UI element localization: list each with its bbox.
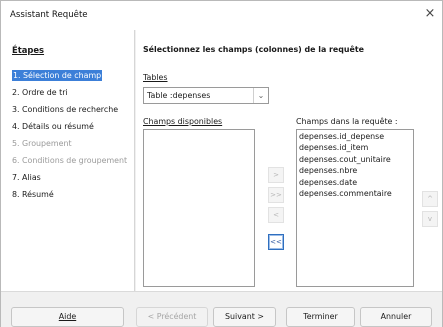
page-title: Sélectionnez les champs (colonnes) de la… [143, 45, 364, 54]
move-down-button[interactable]: v [422, 211, 438, 227]
button-bar: Aide < Précédent Suivant > Terminer Annu… [1, 291, 442, 327]
step-overview[interactable]: 8. Résumé [12, 189, 54, 200]
add-all-fields-button[interactable]: >> [268, 187, 284, 203]
steps-panel: Étapes 1. Sélection de champ 2. Ordre de… [1, 30, 135, 291]
tables-selected-value: Table :depenses [147, 91, 211, 100]
chevron-down-icon[interactable]: ⌄ [253, 88, 268, 103]
step-sort-order[interactable]: 2. Ordre de tri [12, 87, 68, 98]
query-fields-label: Champs dans la requête : [296, 117, 398, 126]
title-bar: Assistant Requête × [1, 1, 442, 30]
finish-button[interactable]: Terminer [286, 307, 355, 327]
help-button[interactable]: Aide [11, 307, 124, 327]
close-icon[interactable]: × [421, 5, 439, 23]
list-item[interactable]: depenses.id_item [297, 142, 413, 153]
move-up-button[interactable]: ^ [422, 191, 438, 207]
step-detail-or-summary[interactable]: 4. Détails ou résumé [12, 121, 94, 132]
tables-label: Tables [143, 73, 168, 82]
step-grouping-conditions: 6. Conditions de groupement [12, 156, 128, 165]
list-item[interactable]: depenses.id_depense [297, 131, 413, 142]
query-fields-list[interactable]: depenses.id_depense depenses.id_item dep… [296, 129, 414, 287]
list-item[interactable]: depenses.date [297, 177, 413, 188]
tables-dropdown[interactable]: Table :depenses ⌄ [143, 87, 269, 104]
available-fields-label: Champs disponibles [143, 117, 223, 126]
next-button[interactable]: Suivant > [213, 307, 276, 327]
list-item[interactable]: depenses.cout_unitaire [297, 154, 413, 165]
list-item[interactable]: depenses.nbre [297, 165, 413, 176]
cancel-button[interactable]: Annuler [360, 307, 432, 327]
remove-field-button[interactable]: < [268, 207, 284, 223]
step-grouping: 5. Groupement [12, 139, 72, 148]
step-search-conditions[interactable]: 3. Conditions de recherche [12, 104, 118, 115]
query-wizard-dialog: Assistant Requête × Étapes 1. Sélection … [0, 0, 443, 327]
list-item[interactable]: depenses.commentaire [297, 188, 413, 199]
field-selection-page: Sélectionnez les champs (colonnes) de la… [136, 30, 442, 291]
available-fields-list[interactable] [143, 129, 255, 287]
steps-title: Étapes [12, 45, 45, 55]
remove-all-fields-button[interactable]: << [268, 234, 284, 250]
step-aliases[interactable]: 7. Alias [12, 172, 41, 183]
step-field-selection[interactable]: 1. Sélection de champ [12, 70, 103, 81]
window-title: Assistant Requête [10, 10, 88, 20]
back-button: < Précédent [136, 307, 208, 327]
add-field-button[interactable]: > [268, 167, 284, 183]
